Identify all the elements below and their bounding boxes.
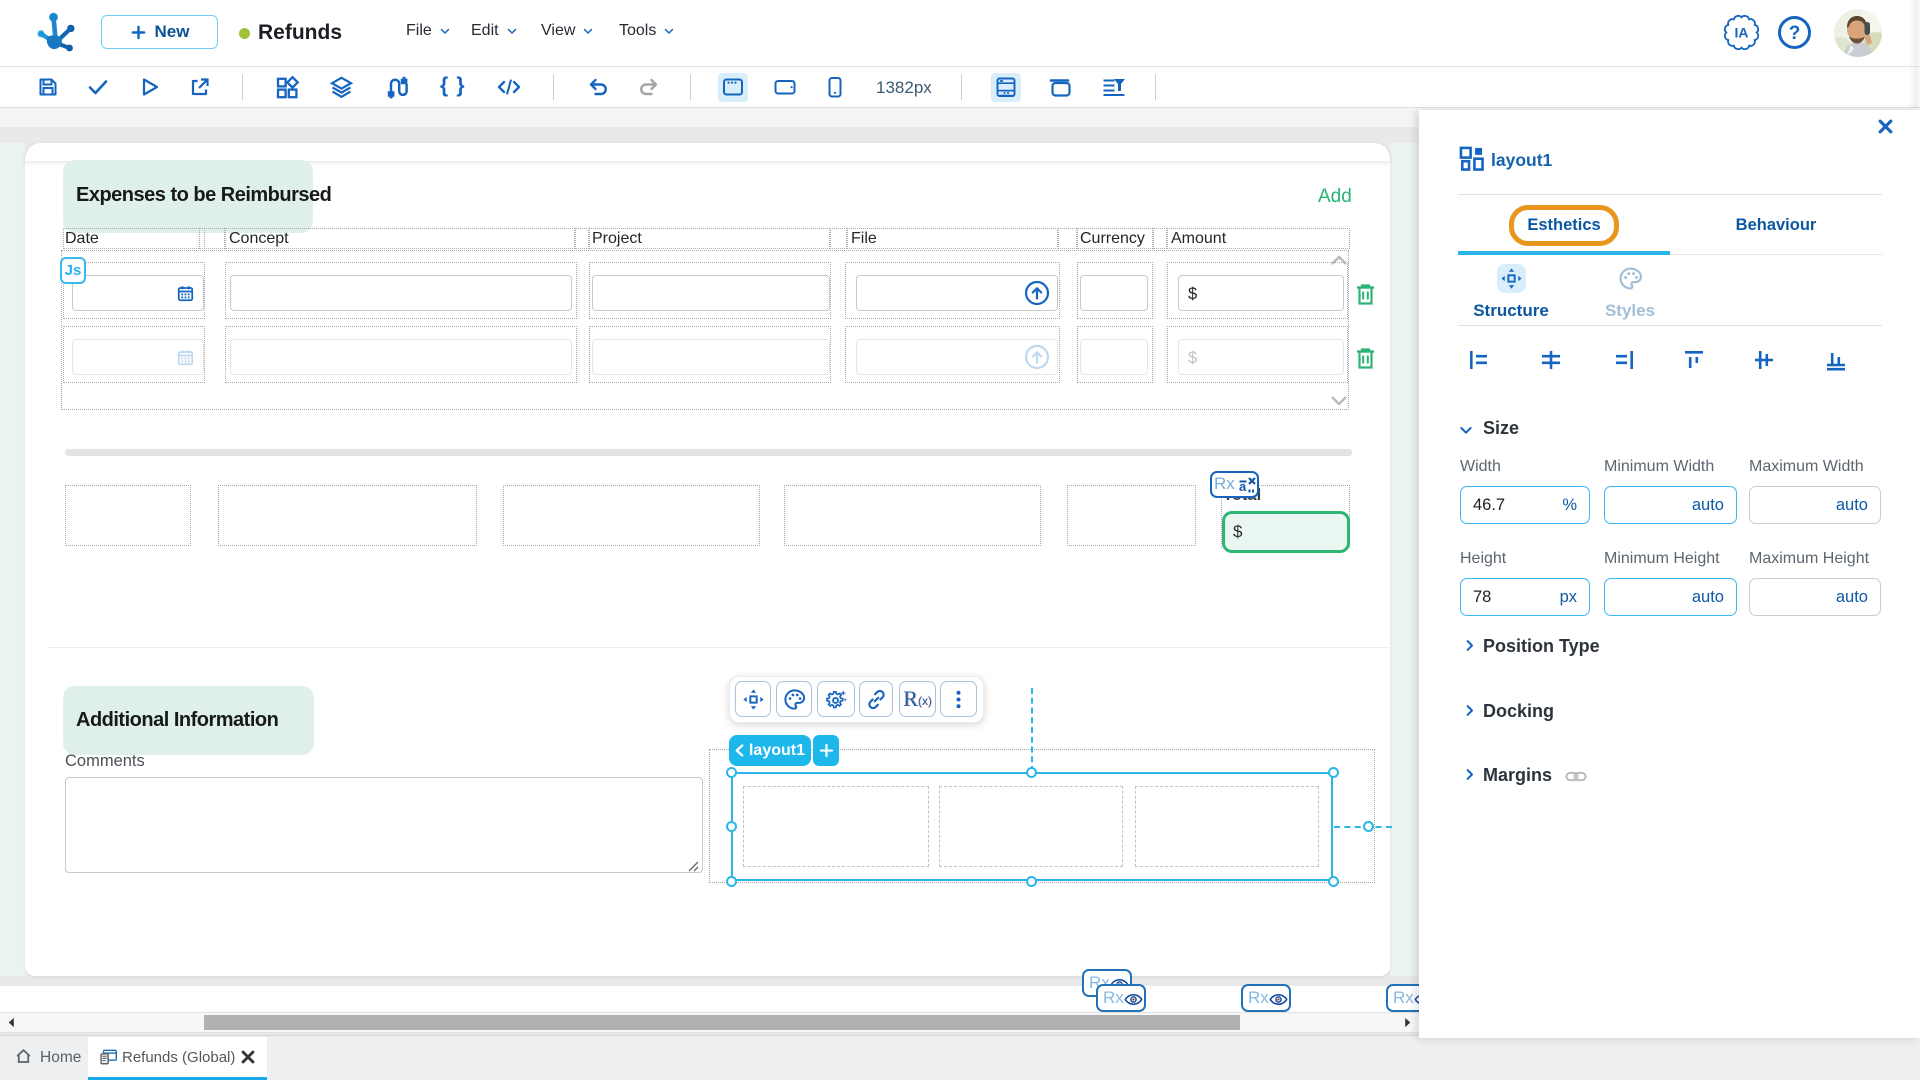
svg-text:IA: IA: [1735, 25, 1749, 41]
svg-text:?: ?: [1789, 23, 1801, 44]
